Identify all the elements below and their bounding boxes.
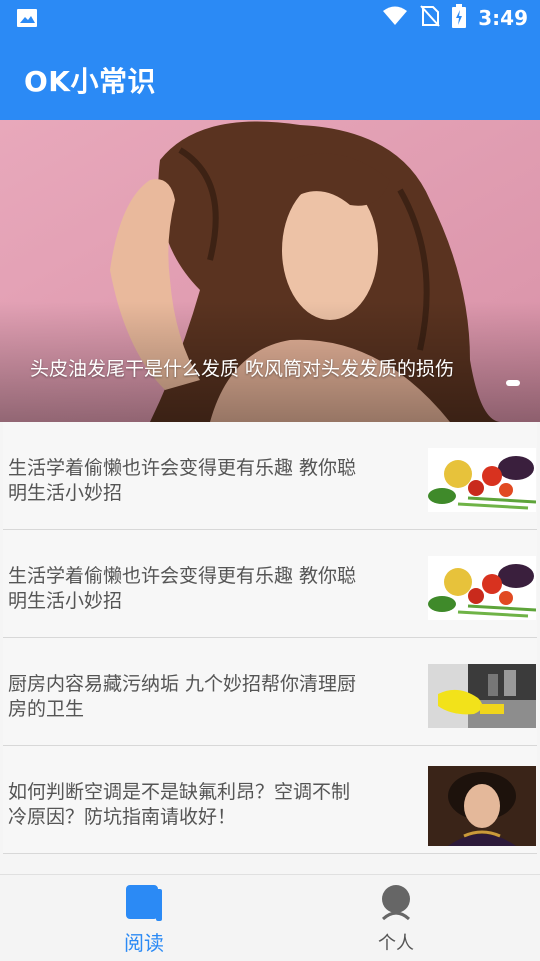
list-item[interactable]: 生活学着偷懒也许会变得更有乐趣 教你聪明生活小妙招 [3, 530, 537, 638]
banner-caption: 头皮油发尾干是什么发质 吹风筒对头发发质的损伤 [30, 358, 455, 380]
woman-portrait-image [428, 766, 536, 846]
news-list: 生活学着偷懒也许会变得更有乐趣 教你聪明生活小妙招 生活学着偷懒也许会变得更有乐… [0, 422, 540, 854]
news-title: 生活学着偷懒也许会变得更有乐趣 教你聪明生活小妙招 [8, 565, 357, 612]
tab-me[interactable]: 个人 [326, 875, 466, 961]
list-item[interactable]: 如何判断空调是不是缺氟利昂？空调不制冷原因？防坑指南请收好！ [3, 746, 537, 854]
kitchen-cleaning-image [428, 664, 536, 728]
news-title: 厨房内容易藏污纳垢 九个妙招帮你清理厨房的卫生 [8, 673, 357, 720]
carousel-indicator [506, 380, 520, 386]
person-icon [380, 885, 412, 925]
app-title: OK小常识 [24, 65, 157, 98]
list-item[interactable]: 厨房内容易藏污纳垢 九个妙招帮你清理厨房的卫生 [3, 638, 537, 746]
bottom-navigation: 阅读 个人 [0, 874, 540, 961]
clock: 3:49 [478, 6, 528, 30]
vegetables-image [428, 556, 536, 620]
book-icon [126, 885, 162, 927]
app-bar: OK小常识 [0, 36, 540, 120]
no-sim-icon [420, 5, 440, 31]
news-title: 生活学着偷懒也许会变得更有乐趣 教你聪明生活小妙招 [8, 457, 357, 504]
news-title: 如何判断空调是不是缺氟利昂？空调不制冷原因？防坑指南请收好！ [8, 781, 351, 828]
tab-me-label: 个人 [378, 933, 414, 954]
image-icon [16, 8, 38, 28]
banner-carousel[interactable]: 头皮油发尾干是什么发质 吹风筒对头发发质的损伤 [0, 120, 540, 422]
tab-read-label: 阅读 [124, 931, 164, 955]
list-item[interactable]: 生活学着偷懒也许会变得更有乐趣 教你聪明生活小妙招 [3, 422, 537, 530]
status-bar: 3:49 [0, 0, 540, 36]
wifi-icon [382, 6, 408, 30]
vegetables-image [428, 448, 536, 512]
battery-charging-icon [452, 4, 467, 32]
tab-read[interactable]: 阅读 [74, 875, 214, 961]
